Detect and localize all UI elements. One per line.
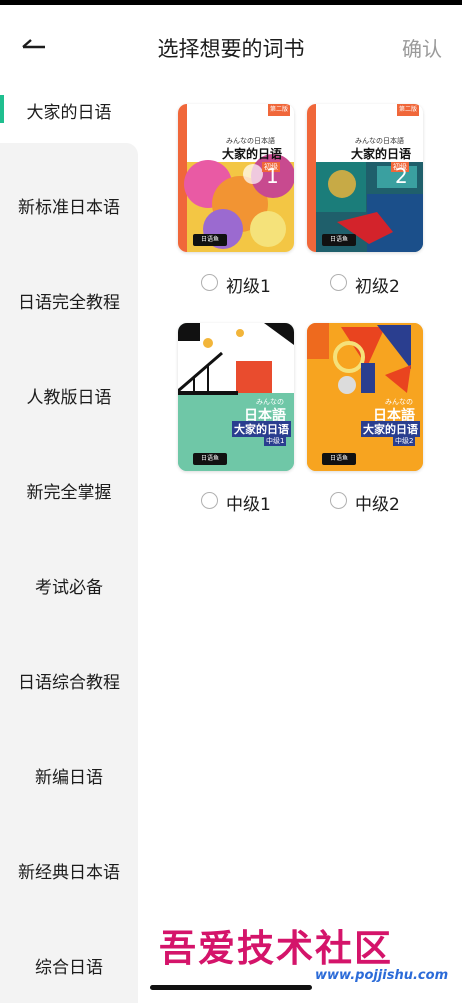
cover-number: 2 xyxy=(395,164,408,188)
option-beginner-1[interactable]: 初级1 xyxy=(201,272,281,297)
edition-badge: 第二版 xyxy=(268,104,290,116)
book-cover-beginner-1[interactable]: 第二版 みんなの日本語 大家的日语 初级 1 日语鱼 xyxy=(178,104,294,252)
book-cover-beginner-2[interactable]: 第二版 みんなの日本語 大家的日语 初级 2 日语鱼 xyxy=(307,104,423,252)
publisher-logo: 日语鱼 xyxy=(322,234,356,246)
publisher-logo: 日语鱼 xyxy=(193,453,227,465)
page-title: 选择想要的词书 xyxy=(157,37,305,61)
radio-icon[interactable] xyxy=(330,274,347,291)
book-cover-intermediate-1[interactable]: みんなの 日本語 大家的日语 中级1 日语鱼 xyxy=(178,323,294,471)
cover-level: 中级1 xyxy=(264,436,287,446)
sidebar-item-shinkanzen[interactable]: 新完全掌握 xyxy=(0,478,138,503)
cover-level: 中级2 xyxy=(393,436,416,446)
book-cover-intermediate-2[interactable]: みんなの 日本語 大家的日语 中级2 日语鱼 xyxy=(307,323,423,471)
sidebar: 大家的日语 新标准日本语 日语完全教程 人教版日语 新完全掌握 考试必备 日语综… xyxy=(0,85,138,1003)
cover-title: 大家的日语 xyxy=(232,421,291,437)
cover-title: 大家的日语 xyxy=(361,421,420,437)
sidebar-item-new-classic[interactable]: 新经典日本语 xyxy=(0,858,138,883)
option-label: 中级1 xyxy=(226,495,271,515)
option-label: 初级2 xyxy=(355,277,400,297)
sidebar-item-comprehensive[interactable]: 综合日语 xyxy=(0,953,138,978)
confirm-button[interactable]: 确认 xyxy=(402,33,442,62)
cover-title: 大家的日语 xyxy=(222,147,283,161)
cover-number: 1 xyxy=(266,164,279,188)
sidebar-item-pep[interactable]: 人教版日语 xyxy=(0,383,138,408)
publisher-logo: 日语鱼 xyxy=(322,453,356,465)
sidebar-item-exam[interactable]: 考试必备 xyxy=(0,573,138,598)
option-intermediate-2[interactable]: 中级2 xyxy=(330,490,410,515)
option-intermediate-1[interactable]: 中级1 xyxy=(201,490,281,515)
radio-icon[interactable] xyxy=(330,492,347,509)
option-label: 中级2 xyxy=(355,495,400,515)
home-indicator[interactable] xyxy=(150,985,312,990)
radio-icon[interactable] xyxy=(201,492,218,509)
sidebar-item-shinhyojun[interactable]: 新标准日本语 xyxy=(0,193,138,218)
edition-badge: 第二版 xyxy=(397,104,419,116)
header: 选择想要的词书 确认 xyxy=(0,5,462,85)
cover-title: 大家的日语 xyxy=(351,147,412,161)
option-label: 初级1 xyxy=(226,277,271,297)
option-beginner-2[interactable]: 初级2 xyxy=(330,272,410,297)
watermark-url: www.pojjishu.com xyxy=(315,968,449,983)
sidebar-item-complete-course[interactable]: 日语完全教程 xyxy=(0,288,138,313)
watermark-title: 吾爱技术社区 xyxy=(159,926,393,970)
sidebar-item-comprehensive-course[interactable]: 日语综合教程 xyxy=(0,668,138,693)
sidebar-item-new-edition[interactable]: 新编日语 xyxy=(0,763,138,788)
sidebar-item-minna[interactable]: 大家的日语 xyxy=(0,98,138,123)
publisher-logo: 日语鱼 xyxy=(193,234,227,246)
watermark: 吾爱技术社区 www.pojjishu.com xyxy=(155,918,455,990)
radio-icon[interactable] xyxy=(201,274,218,291)
